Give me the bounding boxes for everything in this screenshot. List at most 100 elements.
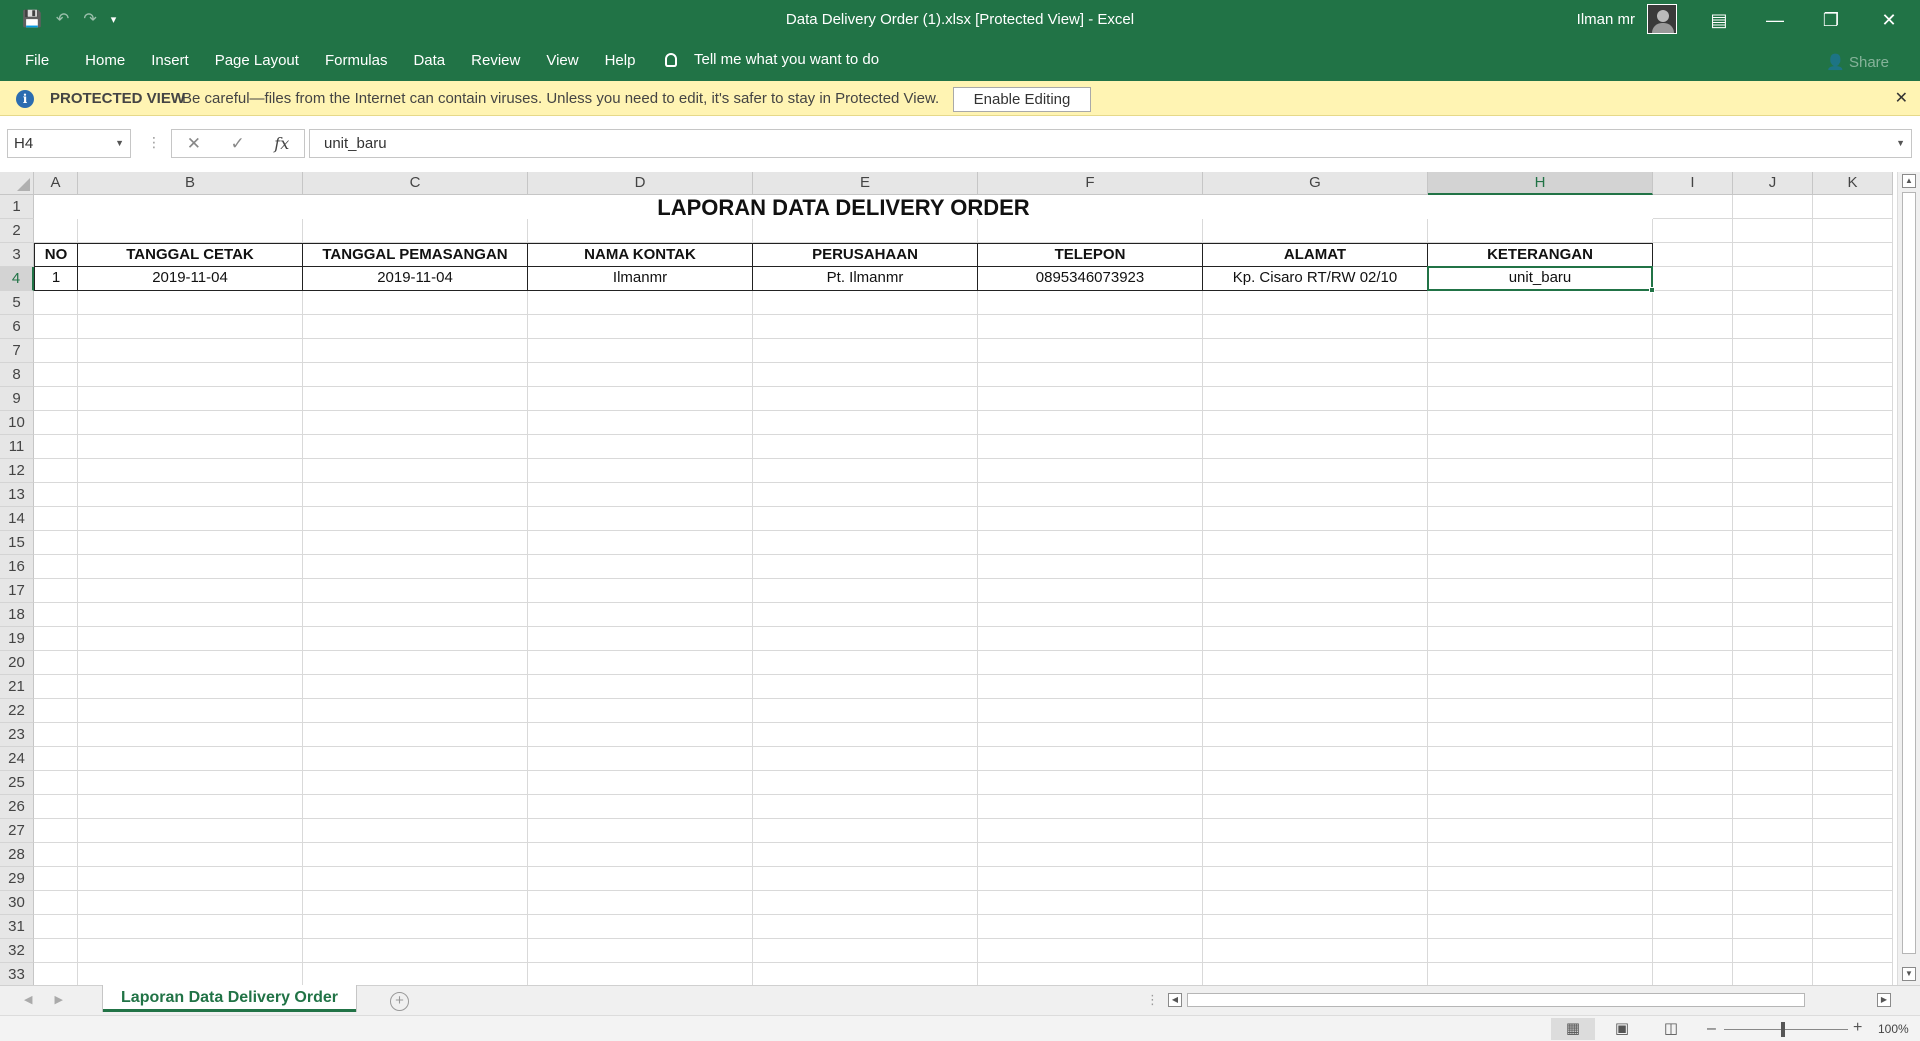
table-cell[interactable]: Pt. Ilmanmr xyxy=(752,266,978,291)
table-header-cell[interactable]: NO xyxy=(34,243,78,267)
zoom-out-icon[interactable]: – xyxy=(1707,1020,1716,1038)
close-button[interactable]: ✕ xyxy=(1866,6,1912,34)
row-header-11[interactable]: 11 xyxy=(0,435,34,459)
previous-sheet-icon[interactable]: ◀ xyxy=(24,993,32,1006)
zoom-slider[interactable] xyxy=(1724,1029,1848,1030)
avatar[interactable] xyxy=(1647,4,1677,34)
row-header-9[interactable]: 9 xyxy=(0,387,34,411)
enter-icon[interactable]: ✓ xyxy=(231,134,245,154)
user-name[interactable]: Ilman mr xyxy=(1577,11,1635,28)
tab-help[interactable]: Help xyxy=(605,52,636,69)
row-header-6[interactable]: 6 xyxy=(0,315,34,339)
column-header-e[interactable]: E xyxy=(753,172,978,195)
table-header-cell[interactable]: TANGGAL CETAK xyxy=(77,243,303,267)
table-header-cell[interactable]: ALAMAT xyxy=(1202,243,1428,267)
tab-formulas[interactable]: Formulas xyxy=(325,52,388,69)
row-header-31[interactable]: 31 xyxy=(0,915,34,939)
scroll-up-icon[interactable]: ▲ xyxy=(1902,174,1916,188)
ribbon-display-options-icon[interactable]: ▤ xyxy=(1696,6,1742,34)
tab-insert[interactable]: Insert xyxy=(151,52,189,69)
next-sheet-icon[interactable]: ▶ xyxy=(54,993,62,1006)
cancel-icon[interactable]: ✕ xyxy=(187,134,201,154)
scroll-down-icon[interactable]: ▼ xyxy=(1902,967,1916,981)
row-header-8[interactable]: 8 xyxy=(0,363,34,387)
row-header-10[interactable]: 10 xyxy=(0,411,34,435)
row-header-20[interactable]: 20 xyxy=(0,651,34,675)
table-cell[interactable]: 2019-11-04 xyxy=(77,266,303,291)
zoom-slider-thumb[interactable] xyxy=(1781,1022,1785,1037)
table-cell[interactable]: Kp. Cisaro RT/RW 02/10 xyxy=(1202,266,1428,291)
restore-button[interactable]: ❐ xyxy=(1808,6,1854,34)
row-header-18[interactable]: 18 xyxy=(0,603,34,627)
row-header-19[interactable]: 19 xyxy=(0,627,34,651)
table-header-cell[interactable]: PERUSAHAAN xyxy=(752,243,978,267)
row-header-22[interactable]: 22 xyxy=(0,699,34,723)
row-header-14[interactable]: 14 xyxy=(0,507,34,531)
table-cell[interactable]: 1 xyxy=(34,266,78,291)
scroll-left-icon[interactable]: ◀ xyxy=(1168,993,1182,1007)
vertical-scrollbar[interactable]: ▲ ▼ xyxy=(1897,172,1920,985)
tab-page-layout[interactable]: Page Layout xyxy=(215,52,299,69)
normal-view-icon[interactable]: ▦ xyxy=(1551,1018,1595,1040)
row-header-3[interactable]: 3 xyxy=(0,243,34,267)
tab-file[interactable]: File xyxy=(25,52,49,69)
scroll-right-icon[interactable]: ▶ xyxy=(1877,993,1891,1007)
close-icon[interactable]: ✕ xyxy=(1895,88,1908,108)
column-header-h[interactable]: H xyxy=(1428,172,1653,195)
row-header-2[interactable]: 2 xyxy=(0,219,34,243)
table-header-cell[interactable]: NAMA KONTAK xyxy=(527,243,753,267)
table-header-cell[interactable]: TELEPON xyxy=(977,243,1203,267)
horizontal-scroll-thumb[interactable] xyxy=(1187,993,1805,1007)
row-header-12[interactable]: 12 xyxy=(0,459,34,483)
column-header-d[interactable]: D xyxy=(528,172,753,195)
table-header-cell[interactable]: KETERANGAN xyxy=(1427,243,1653,267)
zoom-in-icon[interactable]: + xyxy=(1853,1019,1862,1037)
tab-split-handle-icon[interactable]: ⋮ xyxy=(1146,992,1159,1008)
page-break-preview-icon[interactable]: ◫ xyxy=(1649,1018,1693,1040)
row-header-16[interactable]: 16 xyxy=(0,555,34,579)
column-header-f[interactable]: F xyxy=(978,172,1203,195)
table-cell[interactable]: 2019-11-04 xyxy=(302,266,528,291)
row-header-13[interactable]: 13 xyxy=(0,483,34,507)
select-all-button[interactable] xyxy=(0,172,34,195)
tell-me-search[interactable]: Tell me what you want to do xyxy=(665,51,879,68)
share-button[interactable]: 👤 Share xyxy=(1826,53,1889,71)
tab-home[interactable]: Home xyxy=(85,52,125,69)
report-title-cell[interactable]: LAPORAN DATA DELIVERY ORDER xyxy=(34,195,1653,220)
row-header-23[interactable]: 23 xyxy=(0,723,34,747)
enable-editing-button[interactable]: Enable Editing xyxy=(953,87,1091,112)
row-header-5[interactable]: 5 xyxy=(0,291,34,315)
column-header-i[interactable]: I xyxy=(1653,172,1733,195)
row-header-4[interactable]: 4 xyxy=(0,267,34,291)
row-header-25[interactable]: 25 xyxy=(0,771,34,795)
chevron-down-icon[interactable]: ▼ xyxy=(115,130,124,157)
insert-function-icon[interactable]: fx xyxy=(274,134,289,153)
row-header-26[interactable]: 26 xyxy=(0,795,34,819)
new-sheet-icon[interactable]: + xyxy=(390,992,409,1011)
column-header-a[interactable]: A xyxy=(34,172,78,195)
formula-input[interactable]: unit_baru ▼ xyxy=(309,129,1912,158)
row-header-21[interactable]: 21 xyxy=(0,675,34,699)
column-header-c[interactable]: C xyxy=(303,172,528,195)
table-cell[interactable]: Ilmanmr xyxy=(527,266,753,291)
tab-data[interactable]: Data xyxy=(413,52,445,69)
tab-view[interactable]: View xyxy=(546,52,578,69)
minimize-button[interactable]: — xyxy=(1752,6,1798,34)
row-header-27[interactable]: 27 xyxy=(0,819,34,843)
column-header-k[interactable]: K xyxy=(1813,172,1893,195)
row-header-29[interactable]: 29 xyxy=(0,867,34,891)
row-header-30[interactable]: 30 xyxy=(0,891,34,915)
expand-formula-bar-icon[interactable]: ▼ xyxy=(1896,130,1905,157)
worksheet-grid[interactable]: ABCDEFGHIJK 1 2 3 4 5 6 7 8 9 10 11 12 13 14 15 16 17 18 1… xyxy=(0,172,1920,985)
row-header-17[interactable]: 17 xyxy=(0,579,34,603)
row-header-33[interactable]: 33 xyxy=(0,963,34,985)
column-header-g[interactable]: G xyxy=(1203,172,1428,195)
name-box[interactable]: H4 ▼ xyxy=(7,129,131,158)
zoom-level[interactable]: 100% xyxy=(1878,1022,1909,1036)
column-header-b[interactable]: B xyxy=(78,172,303,195)
table-header-cell[interactable]: TANGGAL PEMASANGAN xyxy=(302,243,528,267)
row-header-1[interactable]: 1 xyxy=(0,195,34,219)
fill-handle[interactable] xyxy=(1649,287,1655,293)
row-header-7[interactable]: 7 xyxy=(0,339,34,363)
row-header-32[interactable]: 32 xyxy=(0,939,34,963)
